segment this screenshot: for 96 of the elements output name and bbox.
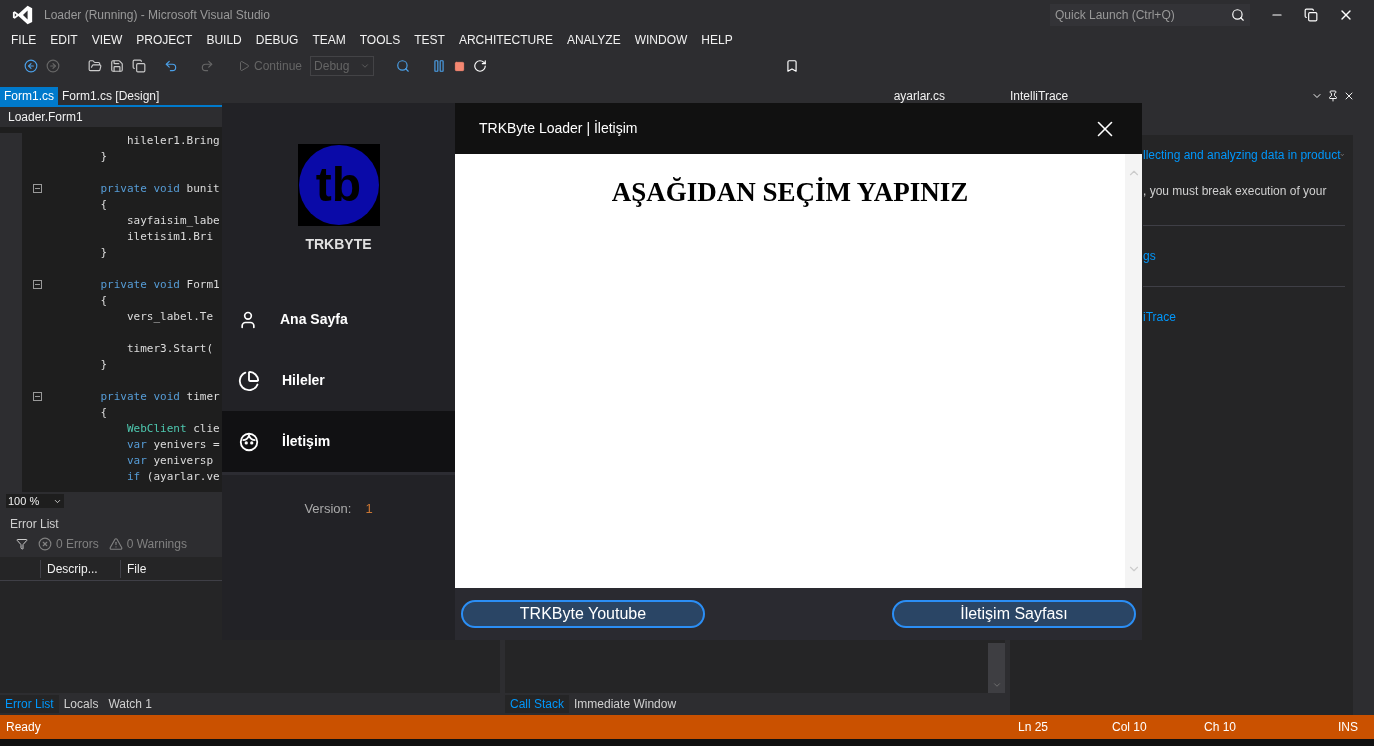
pause-icon[interactable] — [432, 59, 447, 73]
menu-item[interactable]: FILE — [4, 31, 44, 49]
line-number-text: Ln 25 — [1018, 719, 1049, 736]
menu-item[interactable]: ANALYZE — [559, 31, 628, 49]
brand-name: TRKBYTE — [304, 235, 373, 254]
version-label: Version: — [304, 500, 352, 518]
collapse-icon[interactable] — [32, 184, 42, 194]
code-line: sayfaisim_labe — [125, 213, 220, 229]
play-icon — [238, 60, 250, 72]
document-tab[interactable]: ayarlar.cs — [893, 87, 945, 105]
close-icon[interactable] — [1343, 90, 1355, 102]
code-line: vers_label.Te — [125, 309, 214, 325]
nav-item[interactable]: İletişim — [222, 411, 455, 472]
search-button[interactable] — [1226, 4, 1250, 26]
nav-item[interactable]: Ana Sayfa — [222, 289, 455, 350]
window-title: Loader (Running) - Microsoft Visual Studio — [44, 7, 270, 24]
loader-title: TRKByte Loader | İletişim — [479, 119, 638, 138]
warnings-filter-button[interactable]: 0 Warnings — [108, 535, 187, 553]
error-icon — [38, 537, 52, 551]
panel-tab[interactable]: Call Stack — [505, 695, 570, 713]
code-line: var yeniversp — [125, 453, 214, 469]
document-tab[interactable]: Form1.cs [Design] — [58, 87, 164, 105]
menu-item[interactable]: TEST — [407, 31, 452, 49]
search-icon[interactable] — [1231, 8, 1245, 22]
logo: tb — [297, 144, 380, 226]
user-icon — [238, 309, 258, 330]
link-button[interactable]: İletişim Sayfası — [892, 600, 1136, 628]
link[interactable]: llecting and analyzing data in product — [1143, 146, 1341, 164]
code-line: { — [99, 197, 108, 213]
code-line: { — [99, 293, 108, 309]
menu-item[interactable]: EDIT — [43, 31, 85, 49]
char-number-text: Ch 10 — [1204, 719, 1237, 736]
menu-item[interactable]: PROJECT — [129, 31, 200, 49]
warning-icon — [108, 537, 123, 551]
code-line: { — [99, 405, 108, 421]
folder-icon[interactable] — [88, 59, 102, 73]
caret-icon — [360, 61, 371, 71]
filter-icon[interactable] — [16, 538, 28, 550]
insert-mode-text: INS — [1338, 719, 1358, 736]
code-line: } — [99, 245, 108, 261]
back-icon[interactable] — [24, 59, 38, 73]
app-logo-icon — [12, 4, 34, 26]
menu-item[interactable]: DEBUG — [248, 31, 306, 49]
code-line: } — [99, 149, 108, 165]
quick-launch-field[interactable]: Quick Launch (Ctrl+Q) — [1050, 4, 1226, 26]
panel-tab[interactable]: Watch 1 — [103, 695, 157, 713]
restart-icon[interactable] — [473, 59, 488, 73]
link[interactable]: gs — [1143, 247, 1156, 265]
panel-tab[interactable]: Locals — [58, 695, 104, 713]
panel-tab[interactable]: Error List — [0, 695, 59, 713]
code-line: WebClient clie — [125, 421, 220, 437]
menu-item[interactable]: VIEW — [84, 31, 130, 49]
menu-item[interactable]: ARCHITECTURE — [451, 31, 560, 49]
code-line: var yenivers = — [125, 437, 220, 453]
code-line: hileler1.Bring — [125, 133, 220, 149]
menu-item[interactable]: HELP — [694, 31, 740, 49]
code-line: if (ayarlar.ve — [125, 469, 220, 485]
collapse-icon[interactable] — [32, 392, 42, 402]
code-line: private void timer — [99, 389, 220, 405]
pie-chart-icon — [238, 369, 260, 392]
errors-filter-button[interactable]: 0 Errors — [38, 535, 99, 553]
document-tab[interactable]: Form1.cs — [0, 87, 58, 105]
nav-item[interactable]: Hileler — [222, 350, 455, 411]
menu-item[interactable]: WINDOW — [627, 31, 695, 49]
zoom-dropdown[interactable]: 100 % — [6, 494, 64, 508]
heading: AŞAĞIDAN SEÇİM YAPINIZ — [611, 176, 969, 209]
version-number: 1 — [365, 500, 373, 518]
code-line: iletisim1.Bri — [125, 229, 214, 245]
column-header[interactable]: File — [120, 559, 200, 578]
link[interactable]: iTrace — [1143, 308, 1176, 326]
code-line: timer3.Start( — [125, 341, 214, 357]
code-line: } — [99, 357, 108, 373]
stop-icon[interactable] — [454, 60, 466, 72]
status-text: Ready — [6, 719, 41, 736]
column-header[interactable]: Descrip... — [40, 559, 120, 578]
pin-icon[interactable] — [1327, 90, 1339, 102]
bookmark-icon[interactable] — [785, 59, 800, 73]
face-icon — [238, 430, 260, 453]
menu-item[interactable]: BUILD — [199, 31, 249, 49]
link-button[interactable]: TRKByte Youtube — [461, 600, 705, 628]
description-text: , you must break execution of your — [1143, 183, 1327, 200]
scrollbar[interactable] — [988, 643, 1005, 693]
code-line: private void bunit — [99, 181, 220, 197]
save-icon[interactable] — [110, 59, 124, 73]
panel-title: IntelliTrace — [1010, 88, 1069, 105]
collapse-icon[interactable] — [32, 280, 42, 290]
restore-icon[interactable] — [1304, 8, 1318, 22]
menu-item[interactable]: TEAM — [305, 31, 353, 49]
menu-item[interactable]: TOOLS — [352, 31, 408, 49]
panel-tab[interactable]: Immediate Window — [569, 695, 682, 713]
find-icon[interactable] — [396, 59, 411, 73]
column-number-text: Col 10 — [1112, 719, 1148, 736]
panel-title: Error List — [9, 516, 60, 531]
code-line: private void Form1 — [99, 277, 220, 293]
redo-icon[interactable] — [200, 59, 214, 73]
undo-icon[interactable] — [164, 59, 178, 73]
